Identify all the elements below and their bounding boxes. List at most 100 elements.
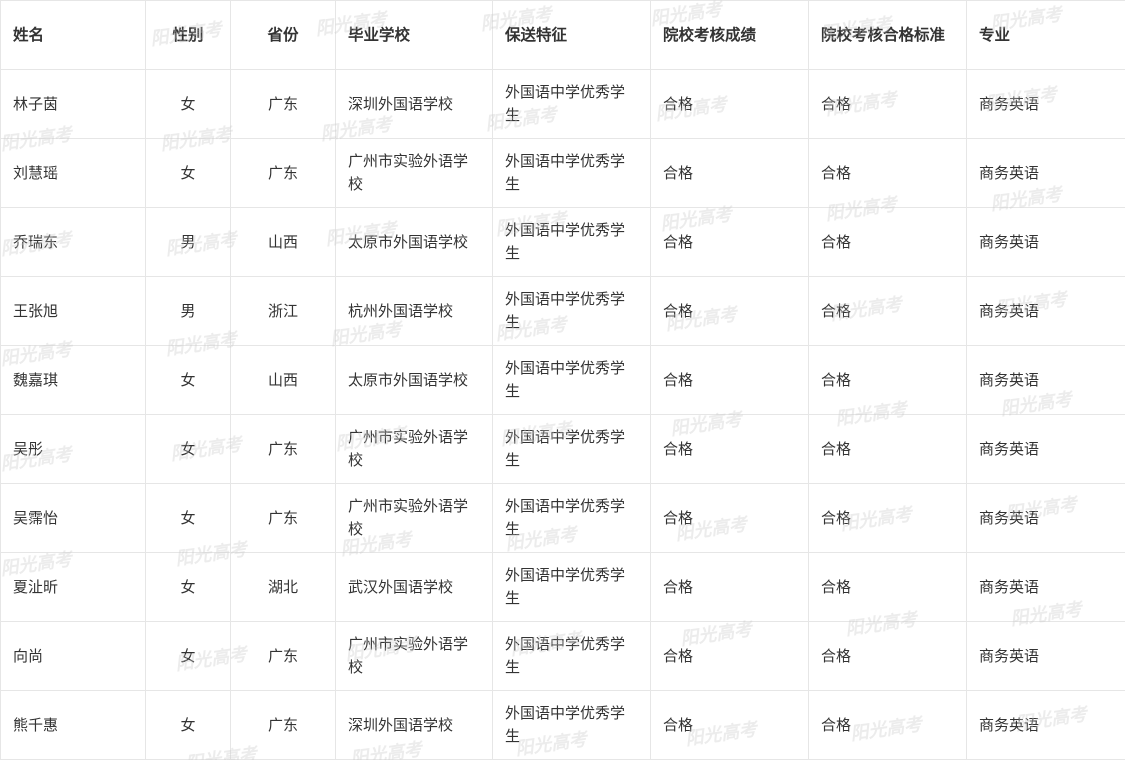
cell-school: 广州市实验外语学校 <box>335 414 493 484</box>
cell-standard: 合格 <box>808 414 967 484</box>
cell-province: 山西 <box>230 207 336 277</box>
cell-name: 熊千惠 <box>0 690 146 760</box>
cell-score: 合格 <box>650 414 809 484</box>
cell-school: 太原市外国语学校 <box>335 345 493 415</box>
cell-standard: 合格 <box>808 690 967 760</box>
cell-feature: 外国语中学优秀学生 <box>492 552 651 622</box>
cell-name: 刘慧瑶 <box>0 138 146 208</box>
cell-feature: 外国语中学优秀学生 <box>492 138 651 208</box>
header-name: 姓名 <box>0 0 146 70</box>
cell-province: 广东 <box>230 483 336 553</box>
cell-major: 商务英语 <box>966 552 1125 622</box>
cell-score: 合格 <box>650 69 809 139</box>
table-row: 王张旭男浙江 杭州外国语学校 外国语中学优秀学生 合格 合格 商务英语 <box>0 276 1125 346</box>
cell-name: 向尚 <box>0 621 146 691</box>
cell-province: 广东 <box>230 690 336 760</box>
cell-major: 商务英语 <box>966 276 1125 346</box>
cell-score: 合格 <box>650 483 809 553</box>
cell-gender: 女 <box>145 690 231 760</box>
cell-name: 林子茵 <box>0 69 146 139</box>
cell-major: 商务英语 <box>966 345 1125 415</box>
cell-name: 乔瑞东 <box>0 207 146 277</box>
cell-school: 深圳外国语学校 <box>335 69 493 139</box>
cell-feature: 外国语中学优秀学生 <box>492 207 651 277</box>
cell-standard: 合格 <box>808 69 967 139</box>
cell-major: 商务英语 <box>966 690 1125 760</box>
header-major: 专业 <box>966 0 1125 70</box>
table-row: 乔瑞东男山西 太原市外国语学校 外国语中学优秀学生 合格 合格 商务英语 <box>0 207 1125 277</box>
cell-standard: 合格 <box>808 276 967 346</box>
cell-name: 吴彤 <box>0 414 146 484</box>
cell-standard: 合格 <box>808 345 967 415</box>
cell-feature: 外国语中学优秀学生 <box>492 483 651 553</box>
header-score: 院校考核成绩 <box>650 0 809 70</box>
cell-gender: 女 <box>145 552 231 622</box>
cell-name: 吴霈怡 <box>0 483 146 553</box>
cell-major: 商务英语 <box>966 207 1125 277</box>
cell-feature: 外国语中学优秀学生 <box>492 414 651 484</box>
cell-feature: 外国语中学优秀学生 <box>492 69 651 139</box>
cell-standard: 合格 <box>808 621 967 691</box>
cell-school: 广州市实验外语学校 <box>335 621 493 691</box>
cell-major: 商务英语 <box>966 69 1125 139</box>
table-row: 刘慧瑶女广东 广州市实验外语学校 外国语中学优秀学生 合格 合格 商务英语 <box>0 138 1125 208</box>
cell-score: 合格 <box>650 552 809 622</box>
cell-province: 山西 <box>230 345 336 415</box>
cell-standard: 合格 <box>808 138 967 208</box>
cell-standard: 合格 <box>808 552 967 622</box>
table-row: 向尚女广东 广州市实验外语学校 外国语中学优秀学生 合格 合格 商务英语 <box>0 621 1125 691</box>
cell-score: 合格 <box>650 345 809 415</box>
cell-school: 深圳外国语学校 <box>335 690 493 760</box>
cell-province: 广东 <box>230 69 336 139</box>
table-row: 吴彤女广东 广州市实验外语学校 外国语中学优秀学生 合格 合格 商务英语 <box>0 414 1125 484</box>
table-body: 林子茵女广东 深圳外国语学校 外国语中学优秀学生 合格 合格 商务英语 刘慧瑶女广东 广州市实… <box>0 69 1125 760</box>
header-feature: 保送特征 <box>492 0 651 70</box>
cell-gender: 女 <box>145 414 231 484</box>
cell-major: 商务英语 <box>966 483 1125 553</box>
cell-name: 魏嘉琪 <box>0 345 146 415</box>
cell-school: 广州市实验外语学校 <box>335 483 493 553</box>
cell-gender: 女 <box>145 483 231 553</box>
header-row: 姓名 性别 省份 毕业学校 保送特征 院校考核成绩 院校考核合格标准 专业 <box>0 0 1125 70</box>
header-gender: 性别 <box>145 0 231 70</box>
cell-province: 湖北 <box>230 552 336 622</box>
table-row: 林子茵女广东 深圳外国语学校 外国语中学优秀学生 合格 合格 商务英语 <box>0 69 1125 139</box>
header-school: 毕业学校 <box>335 0 493 70</box>
cell-province: 广东 <box>230 414 336 484</box>
cell-score: 合格 <box>650 690 809 760</box>
cell-gender: 女 <box>145 138 231 208</box>
table-row: 吴霈怡女广东 广州市实验外语学校 外国语中学优秀学生 合格 合格 商务英语 <box>0 483 1125 553</box>
cell-major: 商务英语 <box>966 138 1125 208</box>
cell-school: 杭州外国语学校 <box>335 276 493 346</box>
header-standard: 院校考核合格标准 <box>808 0 967 70</box>
cell-major: 商务英语 <box>966 621 1125 691</box>
table-row: 夏沚昕女湖北 武汉外国语学校 外国语中学优秀学生 合格 合格 商务英语 <box>0 552 1125 622</box>
cell-school: 太原市外国语学校 <box>335 207 493 277</box>
table-header: 姓名 性别 省份 毕业学校 保送特征 院校考核成绩 院校考核合格标准 专业 <box>0 0 1125 70</box>
cell-feature: 外国语中学优秀学生 <box>492 345 651 415</box>
cell-feature: 外国语中学优秀学生 <box>492 276 651 346</box>
table-row: 魏嘉琪女山西 太原市外国语学校 外国语中学优秀学生 合格 合格 商务英语 <box>0 345 1125 415</box>
cell-gender: 女 <box>145 69 231 139</box>
cell-gender: 女 <box>145 345 231 415</box>
cell-gender: 男 <box>145 207 231 277</box>
cell-feature: 外国语中学优秀学生 <box>492 621 651 691</box>
cell-score: 合格 <box>650 207 809 277</box>
cell-province: 浙江 <box>230 276 336 346</box>
cell-school: 武汉外国语学校 <box>335 552 493 622</box>
cell-school: 广州市实验外语学校 <box>335 138 493 208</box>
cell-score: 合格 <box>650 138 809 208</box>
cell-feature: 外国语中学优秀学生 <box>492 690 651 760</box>
cell-province: 广东 <box>230 621 336 691</box>
cell-score: 合格 <box>650 276 809 346</box>
cell-major: 商务英语 <box>966 414 1125 484</box>
header-province: 省份 <box>230 0 336 70</box>
admission-table: 姓名 性别 省份 毕业学校 保送特征 院校考核成绩 院校考核合格标准 专业 林子茵女广东 深圳外… <box>0 0 1125 760</box>
table-row: 熊千惠女广东 深圳外国语学校 外国语中学优秀学生 合格 合格 商务英语 <box>0 690 1125 760</box>
cell-score: 合格 <box>650 621 809 691</box>
cell-standard: 合格 <box>808 483 967 553</box>
cell-gender: 女 <box>145 621 231 691</box>
cell-name: 夏沚昕 <box>0 552 146 622</box>
cell-province: 广东 <box>230 138 336 208</box>
cell-standard: 合格 <box>808 207 967 277</box>
